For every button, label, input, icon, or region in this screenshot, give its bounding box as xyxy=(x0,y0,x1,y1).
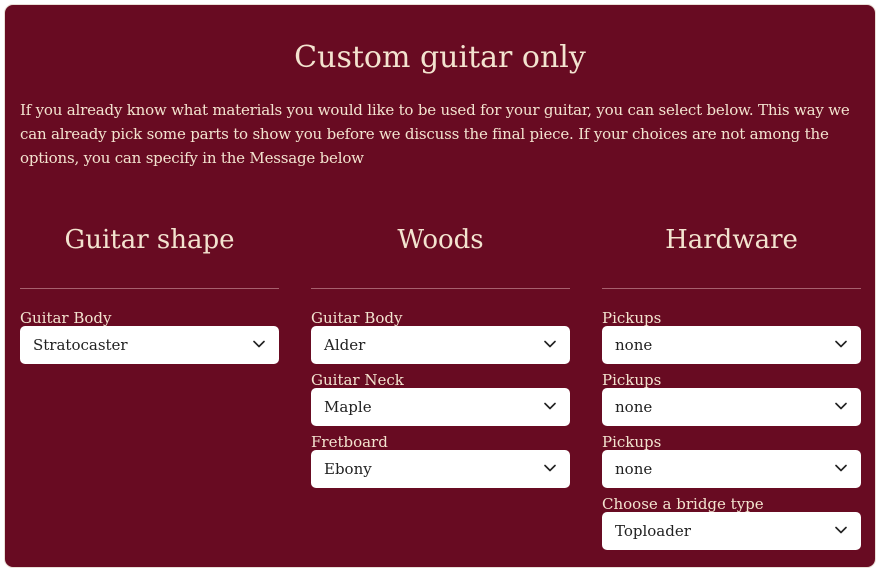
intro-text: If you already know what materials you w… xyxy=(20,101,850,167)
fretboard-field: Fretboard Ebony xyxy=(311,434,570,496)
chevron-down-icon xyxy=(544,340,556,348)
bridge-type-select[interactable]: Toploader xyxy=(602,512,861,550)
bridge-type-field: Choose a bridge type Toploader xyxy=(602,496,861,558)
custom-guitar-panel: Custom guitar only If you already know w… xyxy=(4,4,876,568)
fretboard-label: Fretboard xyxy=(311,433,388,451)
column-title-hardware: Hardware xyxy=(665,225,798,255)
pickups-label-1: Pickups xyxy=(602,309,662,327)
chevron-down-icon xyxy=(544,402,556,410)
wood-body-field: Guitar Body Alder xyxy=(311,310,570,372)
chevron-down-icon xyxy=(253,340,265,348)
shape-body-value: Stratocaster xyxy=(33,336,128,354)
woods-column: Woods Guitar Body Alder Guitar Neck Mapl… xyxy=(311,217,570,496)
pickups-field-2: Pickups none xyxy=(602,372,861,434)
hardware-column: Hardware Pickups none Pickups none Picku… xyxy=(602,217,861,558)
pickups-label-2: Pickups xyxy=(602,371,662,389)
divider xyxy=(602,288,861,289)
pickups-value-3: none xyxy=(615,460,653,478)
shape-body-label: Guitar Body xyxy=(20,309,112,327)
wood-body-value: Alder xyxy=(324,336,366,354)
chevron-down-icon xyxy=(544,464,556,472)
fretboard-select[interactable]: Ebony xyxy=(311,450,570,488)
chevron-down-icon xyxy=(835,464,847,472)
fretboard-value: Ebony xyxy=(324,460,372,478)
bridge-type-label: Choose a bridge type xyxy=(602,495,764,513)
pickups-field-1: Pickups none xyxy=(602,310,861,372)
column-title-woods: Woods xyxy=(397,225,484,255)
divider xyxy=(20,288,279,289)
divider xyxy=(311,288,570,289)
chevron-down-icon xyxy=(835,340,847,348)
wood-neck-label: Guitar Neck xyxy=(311,371,404,389)
guitar-shape-column: Guitar shape Guitar Body Stratocaster xyxy=(20,217,279,372)
wood-neck-value: Maple xyxy=(324,398,372,416)
wood-body-label: Guitar Body xyxy=(311,309,403,327)
wood-neck-field: Guitar Neck Maple xyxy=(311,372,570,434)
pickups-value-2: none xyxy=(615,398,653,416)
shape-body-select[interactable]: Stratocaster xyxy=(20,326,279,364)
shape-body-field: Guitar Body Stratocaster xyxy=(20,310,279,372)
chevron-down-icon xyxy=(835,526,847,534)
wood-neck-select[interactable]: Maple xyxy=(311,388,570,426)
column-title-guitar-shape: Guitar shape xyxy=(64,225,235,255)
section-title: Custom guitar only xyxy=(294,40,586,75)
wood-body-select[interactable]: Alder xyxy=(311,326,570,364)
pickups-field-3: Pickups none xyxy=(602,434,861,496)
chevron-down-icon xyxy=(835,402,847,410)
pickups-label-3: Pickups xyxy=(602,433,662,451)
pickups-select-3[interactable]: none xyxy=(602,450,861,488)
pickups-select-2[interactable]: none xyxy=(602,388,861,426)
bridge-type-value: Toploader xyxy=(615,522,691,540)
pickups-select-1[interactable]: none xyxy=(602,326,861,364)
pickups-value-1: none xyxy=(615,336,653,354)
